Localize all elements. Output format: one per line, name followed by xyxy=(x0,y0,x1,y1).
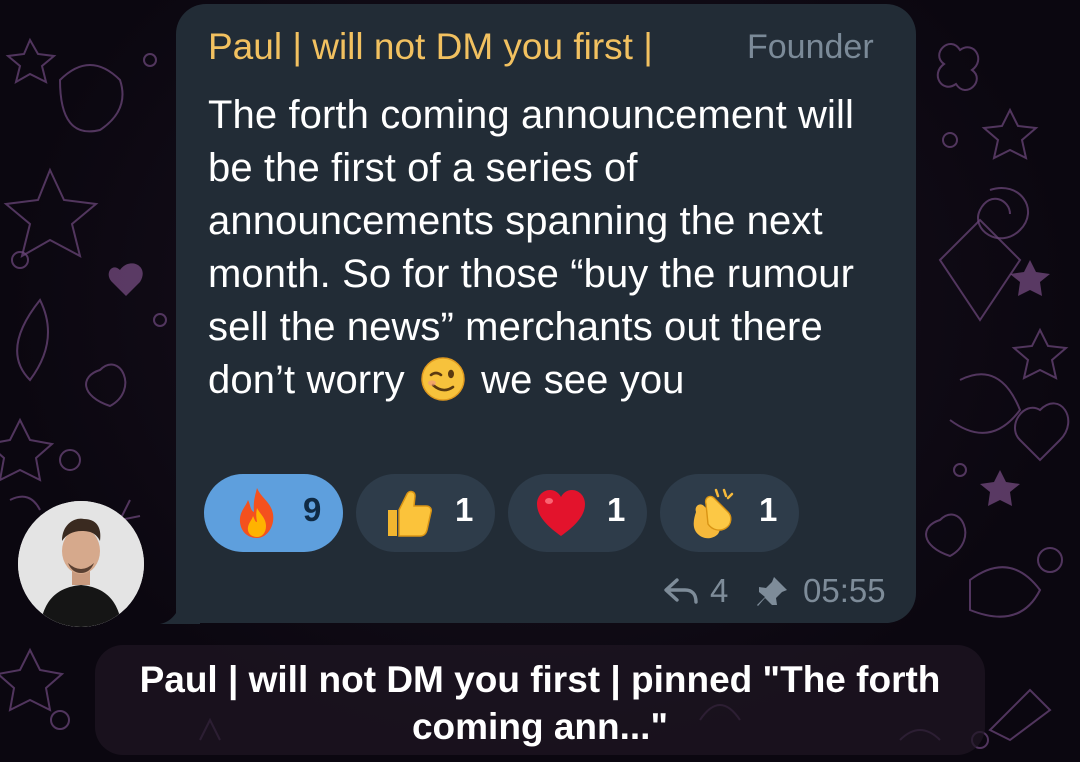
reaction-count: 9 xyxy=(303,491,322,528)
service-message-text[interactable]: Paul | will not DM you first | pinned "T… xyxy=(95,656,985,750)
reaction-clapping-hands[interactable]: 1 xyxy=(660,474,799,552)
message-text-part-2: we see you xyxy=(469,358,685,402)
message-text: The forth coming announcement will be th… xyxy=(208,89,898,407)
thumbs-up-icon xyxy=(388,490,432,537)
pin-icon xyxy=(757,577,787,606)
reply-icon[interactable] xyxy=(663,576,699,608)
reply-count[interactable]: 4 xyxy=(710,572,728,610)
sender-name[interactable]: Paul | will not DM you first | xyxy=(208,26,653,68)
winking-face-icon xyxy=(421,357,465,401)
sender-avatar[interactable] xyxy=(18,501,144,627)
red-heart-icon xyxy=(537,490,585,536)
reaction-fire[interactable]: 9 xyxy=(204,474,343,552)
clapping-hands-icon xyxy=(693,488,734,539)
sender-role-badge: Founder xyxy=(747,28,874,66)
reaction-count: 1 xyxy=(607,491,626,528)
message-time: 05:55 xyxy=(803,572,886,609)
reaction-count: 1 xyxy=(759,491,778,528)
reaction-red-heart[interactable]: 1 xyxy=(508,474,647,552)
fire-icon xyxy=(239,488,274,538)
reaction-thumbs-up[interactable]: 1 xyxy=(356,474,495,552)
message-text-part-1: The forth coming announcement will be th… xyxy=(208,93,855,402)
avatar-portrait-image xyxy=(18,501,144,627)
reaction-count: 1 xyxy=(455,491,474,528)
